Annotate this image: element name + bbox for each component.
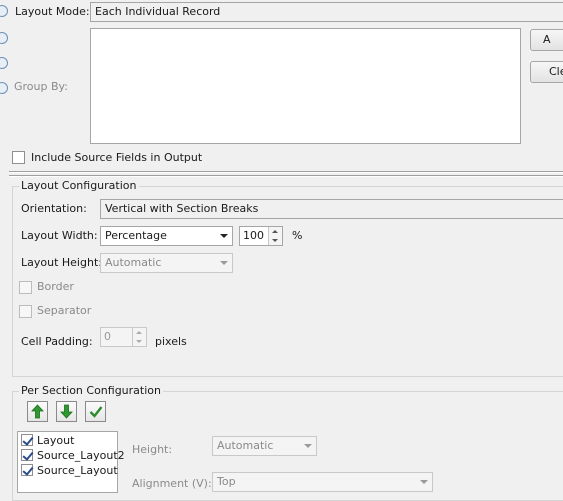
cell-padding-spinner[interactable]: 0 (100, 327, 147, 347)
separator-label: Separator (37, 304, 92, 317)
group-by-list[interactable] (90, 28, 521, 144)
layout-height-label: Layout Height: (21, 256, 102, 269)
left-toolbar-strip (0, 0, 9, 100)
move-up-icon (31, 404, 44, 419)
chevron-down-icon (220, 261, 228, 265)
per-section-configuration-title: Per Section Configuration (19, 384, 163, 398)
radio-indicator-icon[interactable] (0, 82, 8, 94)
alignment-value: Top (217, 475, 236, 488)
list-item[interactable]: Source_Layout2 (20, 448, 125, 463)
layout-width-label: Layout Width: (21, 229, 98, 242)
section-layout-checkbox[interactable] (21, 434, 33, 446)
layout-mode-select[interactable]: Each Individual Record (90, 2, 563, 22)
clear-button-label: Cle (549, 65, 563, 78)
move-down-icon (60, 404, 73, 419)
layout-mode-value: Each Individual Record (95, 5, 221, 18)
orientation-label: Orientation: (21, 202, 87, 215)
section-height-select[interactable]: Automatic (212, 436, 317, 456)
height-label: Height: (132, 443, 173, 456)
radio-indicator-icon[interactable] (0, 5, 8, 17)
section-item-label: Source_Layout (37, 464, 118, 477)
orientation-value: Vertical with Section Breaks (105, 202, 259, 215)
layout-height-value: Automatic (105, 256, 162, 269)
radio-indicator-icon[interactable] (0, 57, 8, 69)
layout-width-value: Percentage (105, 229, 167, 242)
check-all-icon (89, 406, 102, 418)
list-item[interactable]: Layout (20, 433, 117, 448)
border-checkbox[interactable] (19, 281, 32, 294)
include-source-fields-label: Include Source Fields in Output (31, 151, 203, 164)
cell-padding-unit-label: pixels (155, 335, 187, 348)
section-divider (9, 175, 563, 177)
width-unit-label: % (292, 229, 303, 242)
alignment-select[interactable]: Top (212, 472, 433, 492)
list-item[interactable]: Source_Layout (20, 463, 118, 478)
section-divider (9, 171, 563, 173)
layout-height-select[interactable]: Automatic (100, 253, 233, 273)
group-by-label: Group By: (14, 80, 68, 93)
include-source-fields-checkbox[interactable] (12, 151, 25, 164)
width-amount-spinner[interactable]: 100 (239, 226, 283, 246)
move-up-button[interactable] (27, 401, 48, 422)
section-list[interactable]: Layout Source_Layout2 Source_Layout (17, 431, 125, 493)
clear-button[interactable]: Cle (530, 61, 563, 83)
spin-arrows-icon[interactable] (132, 328, 146, 346)
cell-padding-value: 0 (104, 330, 111, 343)
section-source-layout-checkbox[interactable] (21, 464, 33, 476)
separator-checkbox[interactable] (19, 305, 32, 318)
radio-indicator-icon[interactable] (0, 32, 8, 44)
chevron-down-icon (220, 234, 228, 238)
spin-arrows-icon[interactable] (268, 227, 282, 245)
alignment-label: Alignment (V): (132, 477, 212, 490)
width-amount-value: 100 (243, 229, 264, 242)
cell-padding-label: Cell Padding: (21, 335, 93, 348)
layout-configuration-title: Layout Configuration (19, 179, 139, 193)
section-source-layout2-checkbox[interactable] (21, 449, 33, 461)
border-label: Border (37, 280, 74, 293)
add-button-label: A (543, 33, 551, 46)
layout-mode-label: Layout Mode: (15, 5, 90, 18)
check-all-button[interactable] (85, 401, 106, 422)
orientation-select[interactable]: Vertical with Section Breaks (100, 199, 563, 219)
add-button[interactable]: A (530, 29, 563, 51)
section-item-label: Source_Layout2 (37, 449, 125, 462)
layout-width-select[interactable]: Percentage (100, 226, 233, 246)
move-down-button[interactable] (56, 401, 77, 422)
section-item-label: Layout (37, 434, 75, 447)
chevron-down-icon (304, 444, 312, 448)
section-height-value: Automatic (217, 439, 274, 452)
chevron-down-icon (420, 480, 428, 484)
